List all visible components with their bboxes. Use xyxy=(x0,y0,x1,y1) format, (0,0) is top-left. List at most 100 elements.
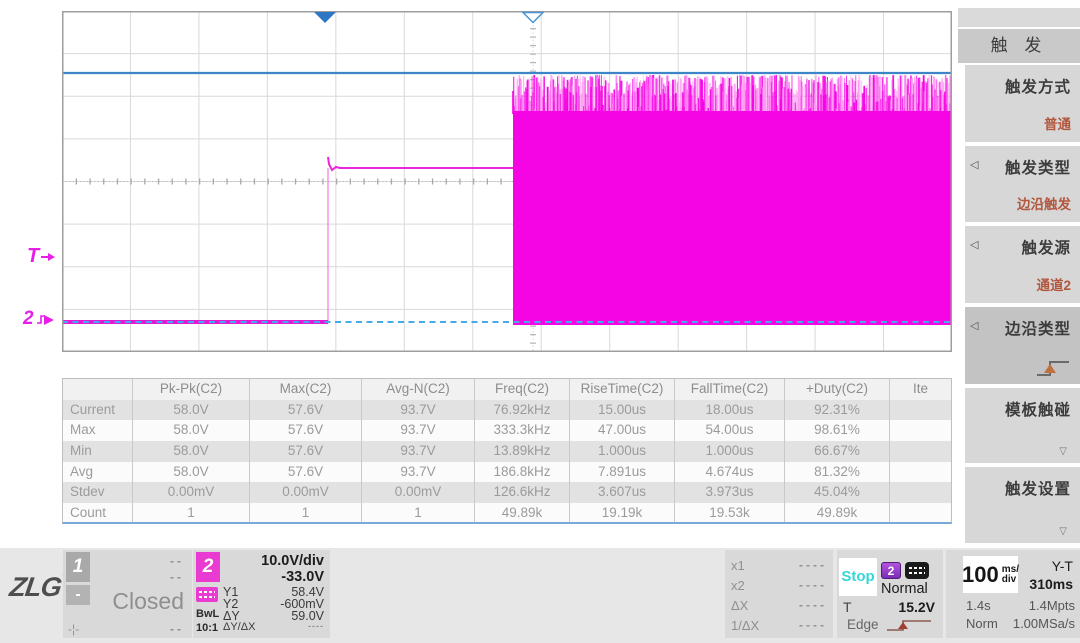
menu-item-label: 触发源 xyxy=(1021,236,1071,258)
trigger-level-value: 15.2V xyxy=(898,599,935,615)
table-cell: 47.00us xyxy=(570,420,675,441)
table-cell: 45.04% xyxy=(785,482,890,503)
table-header-cell: Pk-Pk(C2) xyxy=(133,379,250,400)
table-cell: 0.00mV xyxy=(250,482,362,503)
step-arrow-icon xyxy=(36,312,56,326)
menu-item-label: 触发方式 xyxy=(1005,75,1071,97)
collapse-arrow-icon[interactable]: ◁ xyxy=(970,158,978,171)
channel2-marker-label: 2 xyxy=(23,308,34,330)
table-cell: 58.0V xyxy=(133,441,250,462)
table-cell: 1.000us xyxy=(570,441,675,462)
menu-item-trigger-mode[interactable]: 触发方式 普通 xyxy=(965,65,1080,142)
channel1-badge[interactable]: 1 xyxy=(66,552,90,582)
timebase-box: 100 ms/ div Y-T 310ms 1.4s 1.4Mpts Norm … xyxy=(946,550,1080,638)
oscilloscope-screen: T 2 Pk-Pk(C2)Max(C2)Avg-N(C2)Freq(C2)Ris… xyxy=(0,0,1080,643)
waveform-display[interactable] xyxy=(62,11,952,352)
cursor-dydx-value: ---- xyxy=(308,621,324,631)
table-cell: 57.6V xyxy=(250,462,362,483)
menu-item-value: 普通 xyxy=(1044,113,1071,133)
table-cell: 66.67% xyxy=(785,441,890,462)
table-cell xyxy=(890,400,951,421)
table-cell xyxy=(890,503,951,524)
table-header-cell: FallTime(C2) xyxy=(675,379,785,400)
dropdown-icon[interactable]: ▽ xyxy=(1059,526,1067,537)
table-cell: 58.0V xyxy=(133,420,250,441)
measurement-table: Pk-Pk(C2)Max(C2)Avg-N(C2)Freq(C2)RiseTim… xyxy=(62,378,952,524)
table-header-cell: Ite xyxy=(890,379,951,400)
trigger-level-marker[interactable]: T xyxy=(27,245,56,268)
display-mode: Y-T xyxy=(1052,558,1073,574)
menu-item-label: 触发类型 xyxy=(1005,156,1071,178)
channel2-box[interactable]: 2 10.0V/div -33.0V Y1 58.4V Y2 -600mV Bw… xyxy=(193,550,330,638)
timebase-value: 100 xyxy=(962,562,999,588)
table-cell: 57.6V xyxy=(250,441,362,462)
table-cell: 186.8kHz xyxy=(475,462,570,483)
table-cell: 1 xyxy=(362,503,475,524)
trigger-menu: 触 发 触发方式 普通 ◁ 触发类型 边沿触发 ◁ 触发源 通道2 ◁ 边沿类型… xyxy=(958,8,1080,545)
run-state-button[interactable]: Stop xyxy=(839,558,877,596)
acquisition-mode: Norm xyxy=(966,616,998,631)
menu-top-strip xyxy=(958,8,1080,27)
table-cell: 333.3kHz xyxy=(475,420,570,441)
timebase-scale[interactable]: 100 ms/ div xyxy=(963,556,1018,593)
trigger-marker-label: T xyxy=(27,245,39,268)
table-cell: 0.00mV xyxy=(133,482,250,503)
table-row: Current58.0V57.6V93.7V76.92kHz15.00us18.… xyxy=(63,400,951,421)
table-header-row: Pk-Pk(C2)Max(C2)Avg-N(C2)Freq(C2)RiseTim… xyxy=(63,379,951,400)
channel1-scale: -- xyxy=(170,554,184,568)
table-cell: 3.607us xyxy=(570,482,675,503)
cursor-x2-value: ---- xyxy=(799,578,827,592)
cursor-invdx-value: ---- xyxy=(799,618,827,632)
table-header-cell: +Duty(C2) xyxy=(785,379,890,400)
channel1-probe: -¦- xyxy=(68,622,79,636)
collapse-arrow-icon[interactable]: ◁ xyxy=(970,319,978,332)
table-cell: 58.0V xyxy=(133,462,250,483)
coupling-icon xyxy=(905,562,929,579)
channel1-minus-badge[interactable]: - xyxy=(66,585,90,605)
table-cell: 93.7V xyxy=(362,400,475,421)
table-cell: 126.6kHz xyxy=(475,482,570,503)
table-cell: 18.00us xyxy=(675,400,785,421)
menu-item-edge-type[interactable]: ◁ 边沿类型 xyxy=(965,307,1080,384)
dropdown-icon[interactable]: ▽ xyxy=(1059,446,1067,457)
table-row: Max58.0V57.6V93.7V333.3kHz47.00us54.00us… xyxy=(63,420,951,441)
menu-item-trigger-settings[interactable]: 触发设置 ▽ xyxy=(965,467,1080,543)
collapse-arrow-icon[interactable]: ◁ xyxy=(970,238,978,251)
channel1-offset: -- xyxy=(170,570,184,584)
table-cell: 93.7V xyxy=(362,420,475,441)
cursor-tracking-icon xyxy=(196,587,218,602)
menu-item-trigger-source[interactable]: ◁ 触发源 通道2 xyxy=(965,226,1080,303)
table-cell: 76.92kHz xyxy=(475,400,570,421)
table-header-cell: Freq(C2) xyxy=(475,379,570,400)
table-header-cell: Max(C2) xyxy=(250,379,362,400)
table-cell: 15.00us xyxy=(570,400,675,421)
menu-item-trigger-type[interactable]: ◁ 触发类型 边沿触发 xyxy=(965,146,1080,222)
table-cell xyxy=(890,462,951,483)
channel1-box[interactable]: 1 -- -- - Closed -¦- -- xyxy=(63,550,192,638)
rising-edge-icon xyxy=(885,616,935,633)
table-cell: 3.973us xyxy=(675,482,785,503)
table-cell: Count xyxy=(63,503,133,524)
status-bar: ZLG® 1 -- -- - Closed -¦- -- 2 10.0V/div… xyxy=(0,548,1080,643)
capture-window: 1.4s xyxy=(966,598,991,613)
channel2-badge[interactable]: 2 xyxy=(196,552,220,582)
cursor-dydx-label: ΔY/ΔX xyxy=(223,621,255,633)
channel1-state: Closed xyxy=(112,588,184,615)
trigger-position-marker xyxy=(314,12,336,23)
zlg-logo: ZLG® xyxy=(8,570,71,603)
table-cell: 57.6V xyxy=(250,400,362,421)
right-arrow-icon xyxy=(41,251,56,263)
menu-item-template-trigger[interactable]: 模板触碰 ▽ xyxy=(965,388,1080,463)
table-row: Min58.0V57.6V93.7V13.89kHz1.000us1.000us… xyxy=(63,441,951,462)
sample-rate: 1.00MSa/s xyxy=(1013,616,1075,631)
probe-ratio-label: 10:1 xyxy=(196,622,218,634)
table-cell: 1 xyxy=(250,503,362,524)
table-header-cell xyxy=(63,379,133,400)
cursor-invdx-label: 1/ΔX xyxy=(731,618,759,633)
table-cell: 81.32% xyxy=(785,462,890,483)
channel2-position-marker[interactable]: 2 xyxy=(23,308,56,330)
cursor-x1-label: x1 xyxy=(731,558,745,573)
delay-position-marker xyxy=(523,13,543,23)
trigger-source-badge: 2 xyxy=(881,562,901,579)
table-cell: 13.89kHz xyxy=(475,441,570,462)
